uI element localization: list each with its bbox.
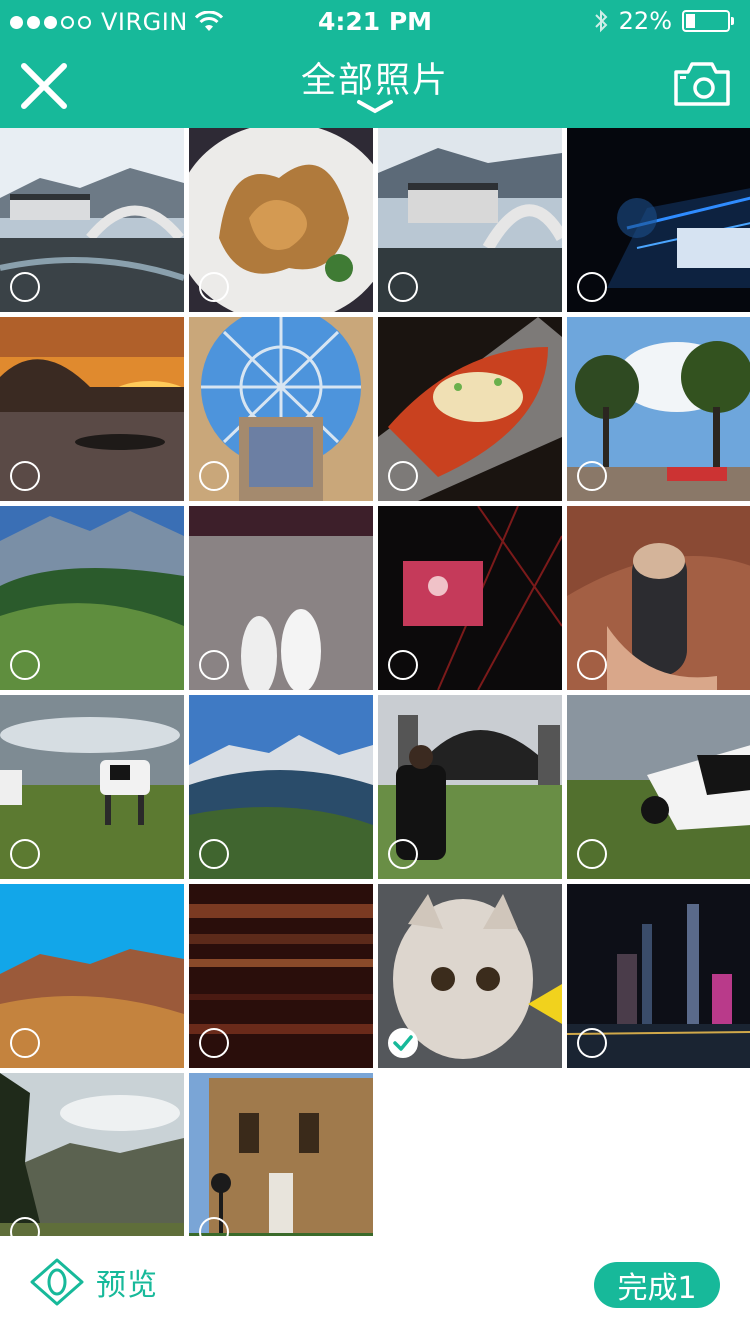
photo-thumbnail[interactable] [189, 695, 373, 879]
photo-thumbnail[interactable] [189, 317, 373, 501]
chevron-down-icon[interactable] [355, 98, 395, 114]
nav-bar: 全部照片 [0, 40, 750, 128]
bottom-bar: 预览 完成1 [0, 1236, 750, 1334]
select-toggle[interactable] [199, 1028, 229, 1058]
bluetooth-icon [594, 9, 608, 33]
camera-icon[interactable] [672, 58, 732, 110]
select-toggle[interactable] [577, 461, 607, 491]
photo-thumbnail[interactable] [0, 1073, 184, 1257]
select-toggle[interactable] [199, 461, 229, 491]
select-toggle[interactable] [388, 272, 418, 302]
photo-thumbnail[interactable] [189, 884, 373, 1068]
battery-percent: 22% [618, 7, 672, 35]
photo-thumbnail[interactable] [567, 695, 750, 879]
photo-thumbnail[interactable] [378, 317, 562, 501]
select-toggle[interactable] [10, 650, 40, 680]
select-toggle[interactable] [388, 650, 418, 680]
select-toggle[interactable] [10, 272, 40, 302]
select-toggle[interactable] [388, 839, 418, 869]
photo-thumbnail[interactable] [567, 884, 750, 1068]
done-button[interactable]: 完成1 [594, 1262, 720, 1308]
photo-thumbnail[interactable] [189, 1073, 373, 1257]
select-toggle[interactable] [388, 1028, 418, 1058]
select-toggle[interactable] [577, 650, 607, 680]
select-toggle[interactable] [10, 839, 40, 869]
photo-thumbnail[interactable] [189, 506, 373, 690]
photo-thumbnail[interactable] [0, 884, 184, 1068]
photo-thumbnail[interactable] [0, 317, 184, 501]
photo-thumbnail[interactable] [567, 506, 750, 690]
photo-thumbnail[interactable] [567, 128, 750, 312]
photo-thumbnail[interactable] [378, 695, 562, 879]
select-toggle[interactable] [10, 1028, 40, 1058]
checkmark-icon [393, 1035, 413, 1051]
header: VIRGIN 4:21 PM 22% 全部照片 [0, 0, 750, 128]
photo-grid [0, 128, 750, 1257]
select-toggle[interactable] [199, 272, 229, 302]
album-title[interactable]: 全部照片 [0, 52, 750, 103]
photo-thumbnail[interactable] [378, 884, 562, 1068]
preview-label: 预览 [96, 1268, 158, 1303]
select-toggle[interactable] [199, 650, 229, 680]
photo-thumbnail[interactable] [378, 506, 562, 690]
select-toggle[interactable] [10, 461, 40, 491]
select-toggle[interactable] [388, 461, 418, 491]
status-bar: VIRGIN 4:21 PM 22% [0, 0, 750, 40]
eye-icon [30, 1258, 84, 1306]
preview-button[interactable]: 预览 [30, 1258, 158, 1306]
photo-thumbnail[interactable] [567, 317, 750, 501]
select-toggle[interactable] [577, 272, 607, 302]
select-toggle[interactable] [577, 839, 607, 869]
select-toggle[interactable] [199, 839, 229, 869]
battery-icon [682, 10, 734, 32]
photo-thumbnail[interactable] [0, 128, 184, 312]
photo-thumbnail[interactable] [378, 128, 562, 312]
photo-thumbnail[interactable] [189, 128, 373, 312]
select-toggle[interactable] [577, 1028, 607, 1058]
photo-thumbnail[interactable] [0, 695, 184, 879]
photo-thumbnail[interactable] [0, 506, 184, 690]
